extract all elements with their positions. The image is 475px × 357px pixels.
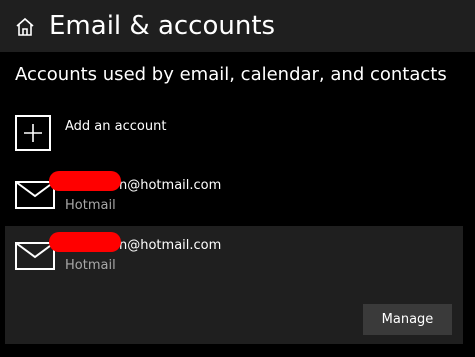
plus-icon (24, 124, 42, 142)
section-title: Accounts used by email, calendar, and co… (15, 64, 447, 85)
redaction-mark (49, 232, 121, 252)
page-header: Email & accounts (0, 0, 475, 52)
redaction-mark (49, 171, 121, 191)
page-title: Email & accounts (49, 11, 276, 41)
account-item-selected[interactable]: n@hotmail.com Hotmail Manage (5, 226, 463, 344)
add-account-button[interactable]: Add an account (15, 115, 460, 157)
account-type: Hotmail (65, 198, 116, 213)
home-icon[interactable] (15, 17, 35, 37)
account-type: Hotmail (65, 258, 116, 273)
add-account-tile (15, 115, 51, 151)
add-account-label: Add an account (65, 119, 167, 134)
account-item[interactable]: n@hotmail.com Hotmail (5, 168, 463, 220)
manage-button[interactable]: Manage (363, 304, 452, 335)
